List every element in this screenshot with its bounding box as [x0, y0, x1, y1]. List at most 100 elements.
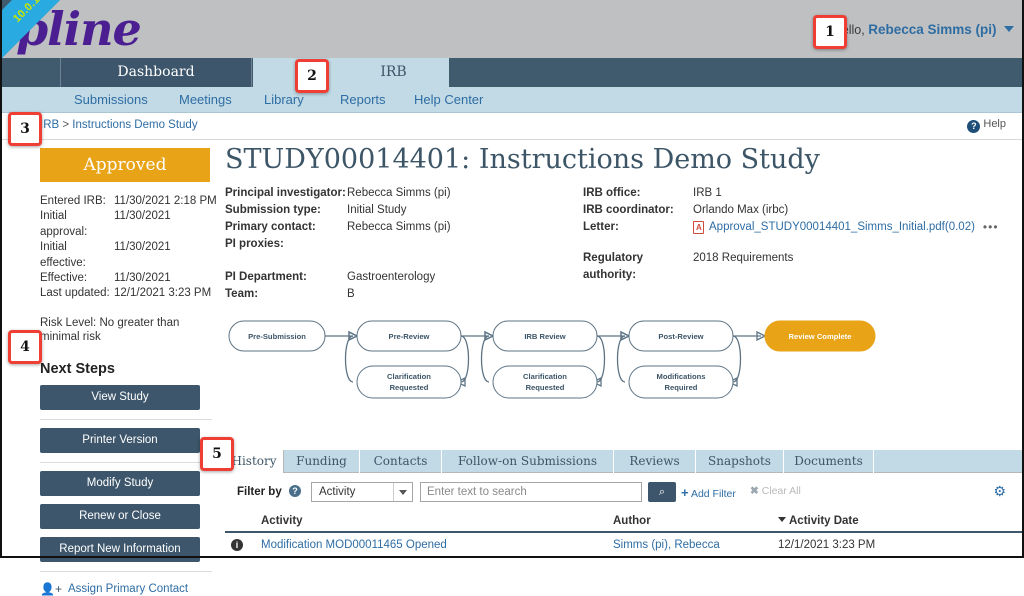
filter-help-icon[interactable]: ? [289, 485, 301, 497]
meta-label: Initial approval: [40, 210, 88, 238]
field-key: Principal investigator: [225, 187, 346, 199]
breadcrumb-bar: IRB > Instructions Demo Study ? Help [0, 114, 1024, 140]
chevron-down-icon[interactable] [1004, 26, 1014, 32]
meta-value: 11/30/2021 [114, 210, 171, 223]
letter-overflow-menu-icon[interactable]: ••• [983, 219, 999, 236]
connector-postreview-mods-down [732, 335, 742, 383]
gear-icon[interactable]: ⚙ [993, 483, 1006, 500]
workflow-node-label: Pre-Submission [248, 332, 306, 341]
tab-follow-on-submissions[interactable]: Follow-on Submissions [442, 450, 614, 473]
info-row-pi-proxies: PI proxies: [225, 236, 565, 253]
subnav-item-meetings[interactable]: Meetings [179, 87, 232, 113]
search-button[interactable]: ⌕ [648, 482, 676, 502]
clear-all-button[interactable]: ✖ Clear All [750, 485, 801, 497]
field-key: PI proxies: [225, 238, 284, 250]
subnav-item-submissions[interactable]: Submissions [74, 87, 148, 113]
table-row: i Modification MOD00011465 Opened Simms … [225, 533, 1024, 559]
workflow-node-pre-review: Pre-Review [356, 320, 462, 352]
info-row-team: Team: B [225, 286, 565, 303]
detail-panel: History Funding Contacts Follow-on Submi… [225, 450, 1024, 558]
workflow-node-label: Modifications [657, 372, 706, 381]
sort-descending-icon [778, 517, 786, 522]
meta-row: Entered IRB: 11/30/2021 2:18 PM [40, 194, 220, 209]
workflow-node-label: Pre-Review [389, 332, 430, 341]
help-label: Help [983, 118, 1006, 130]
workflow-node-review-complete: Review Complete [764, 320, 876, 352]
column-header-activity-date[interactable]: Activity Date [778, 515, 859, 527]
row-info-icon[interactable]: i [231, 539, 243, 551]
status-badge: Approved [40, 148, 210, 182]
meta-value: 11/30/2021 [114, 241, 171, 254]
tab-snapshots[interactable]: Snapshots [696, 450, 784, 473]
top-header-band: pline Hello, Rebecca Simms (pi) [0, 0, 1024, 58]
field-value: Rebecca Simms (pi) [347, 221, 451, 233]
report-new-information-button[interactable]: Report New Information [40, 536, 200, 562]
help-link[interactable]: ? Help [967, 118, 1006, 133]
subnav-item-help-center[interactable]: Help Center [414, 87, 483, 113]
field-key: Letter: [583, 221, 619, 233]
user-name-link[interactable]: Rebecca Simms (pi) [868, 22, 996, 37]
assign-primary-contact-link[interactable]: 👤+ Assign Primary Contact [40, 582, 220, 596]
history-table: Activity Author Activity Date i Modifica… [225, 513, 1024, 559]
workflow-node-label: Required [665, 383, 698, 392]
workflow-node-modifications-required: Modifications Required [628, 365, 734, 399]
tab-funding[interactable]: Funding [284, 450, 360, 473]
column-header-label: Activity Date [789, 515, 859, 527]
table-header-row: Activity Author Activity Date [225, 513, 1024, 533]
filter-field-selected-value: Activity [319, 486, 356, 498]
view-study-button[interactable]: View Study [40, 384, 200, 410]
callout-marker-4: 4 [8, 330, 42, 364]
field-value: 2018 Requirements [693, 252, 794, 264]
info-icon: i [231, 539, 243, 551]
workflow-node-label: Requested [390, 383, 429, 392]
info-row-pi-department: PI Department: Gastroenterology [225, 269, 565, 286]
field-value: Initial Study [347, 204, 407, 216]
add-filter-button[interactable]: + Add Filter [681, 485, 736, 500]
field-value: Rebecca Simms (pi) [347, 187, 451, 199]
tab-contacts[interactable]: Contacts [360, 450, 442, 473]
column-header-author[interactable]: Author [613, 515, 651, 527]
callout-marker-5: 5 [200, 437, 234, 471]
breadcrumb-root[interactable]: IRB [40, 119, 59, 131]
row-author-link[interactable]: Simms (pi), Rebecca [613, 539, 720, 551]
column-header-activity[interactable]: Activity [261, 515, 303, 527]
tab-documents[interactable]: Documents [784, 450, 874, 473]
field-value: Orlando Max (irbc) [693, 204, 789, 216]
study-info-left-column: Principal investigator: Rebecca Simms (p… [225, 185, 565, 303]
meta-label: Initial effective: [40, 241, 86, 269]
nav-tab-dashboard[interactable]: Dashboard [60, 58, 252, 87]
nav-tab-irb[interactable]: IRB [253, 58, 449, 87]
info-row-irb-office: IRB office: IRB 1 [583, 185, 1013, 202]
info-row-letter: Letter: Approval_STUDY00014401_Simms_Ini… [583, 219, 1013, 236]
filter-field-select[interactable]: Activity [311, 482, 413, 502]
modify-study-button[interactable]: Modify Study [40, 470, 200, 496]
tab-reviews[interactable]: Reviews [614, 450, 696, 473]
meta-value: 12/1/2021 3:23 PM [114, 287, 212, 300]
connector-clar-prereview-up [344, 335, 354, 383]
user-greeting[interactable]: Hello, Rebecca Simms (pi) [833, 22, 1014, 37]
plus-icon: + [681, 485, 689, 500]
row-activity-date: 12/1/2021 3:23 PM [778, 539, 876, 551]
subnav-item-reports[interactable]: Reports [340, 87, 386, 113]
clear-all-label: Clear All [761, 485, 801, 497]
meta-label: Entered IRB: [40, 195, 106, 207]
renew-or-close-button[interactable]: Renew or Close [40, 503, 200, 529]
letter-file-link[interactable]: Approval_STUDY00014401_Simms_Initial.pdf… [709, 219, 975, 236]
divider [40, 418, 212, 420]
next-steps-heading: Next Steps [40, 360, 115, 377]
filter-by-label: Filter by [237, 486, 282, 498]
meta-row: Initial approval: 11/30/2021 [40, 209, 220, 240]
workflow-node-clarification-requested-1: Clarification Requested [356, 365, 462, 399]
callout-marker-2: 2 [295, 59, 329, 93]
search-icon: ⌕ [658, 486, 666, 498]
field-key: IRB coordinator: [583, 204, 674, 216]
breadcrumb-current[interactable]: Instructions Demo Study [72, 119, 197, 131]
workflow-diagram: Pre-Submission Pre-Review Clarification … [225, 308, 885, 418]
row-activity-link[interactable]: Modification MOD00011465 Opened [261, 539, 447, 551]
info-row-regulatory-authority: Regulatory authority: 2018 Requirements [583, 250, 1013, 284]
add-user-icon: 👤+ [40, 581, 62, 596]
search-input[interactable]: Enter text to search [420, 482, 642, 502]
printer-version-button[interactable]: Printer Version [40, 427, 200, 453]
assign-primary-contact-label: Assign Primary Contact [67, 582, 189, 595]
chevron-down-icon[interactable] [393, 483, 412, 501]
